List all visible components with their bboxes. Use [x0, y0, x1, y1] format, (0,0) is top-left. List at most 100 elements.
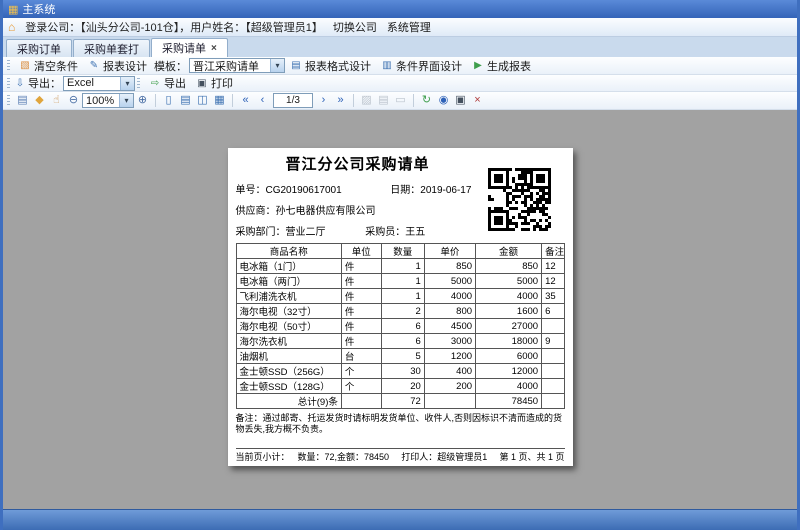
app-window: ▦ 主系统 ⌂ 登录公司：【汕头分公司-101仓】，用户姓名：【超级管理员1】 …: [0, 0, 800, 530]
table-cell: 台: [341, 349, 381, 364]
zoom-out-icon[interactable]: ⊖: [65, 93, 82, 108]
toolbar-grip[interactable]: [7, 95, 10, 106]
navigator-icon[interactable]: ◆: [31, 93, 48, 108]
table-cell: 200: [424, 379, 475, 394]
page-info: 第 1 页、共 1 页: [499, 452, 564, 463]
report-design-button[interactable]: ✎ 报表设计: [83, 58, 152, 73]
table-row: 油烟机台512006000: [236, 349, 564, 364]
format-design-icon: ▤: [290, 60, 302, 71]
zoom-combo-value: 100%: [83, 95, 119, 107]
page-footer: 当前页小计： 数量：72,金额：78450 打印人：超级管理员1 第 1 页、共 …: [236, 448, 565, 463]
dept-field: 采购部门：营业二厅: [236, 222, 363, 243]
continuous-page-icon[interactable]: ▤: [177, 93, 194, 108]
close-preview-icon[interactable]: ×: [469, 93, 486, 108]
system-manage-link[interactable]: 系统管理: [387, 19, 431, 35]
first-page-icon[interactable]: «: [237, 93, 254, 108]
table-cell: 海尔洗衣机: [236, 334, 341, 349]
col-quantity: 数量: [381, 244, 424, 259]
prev-page-icon[interactable]: ‹: [254, 93, 271, 108]
col-remark: 备注: [542, 244, 564, 259]
table-cell: 1200: [424, 349, 475, 364]
page-indicator[interactable]: 1/3: [273, 93, 313, 108]
sep3: [413, 94, 414, 107]
toolbar-grip[interactable]: [7, 60, 10, 71]
toolbar-grip[interactable]: [137, 78, 140, 89]
template-select[interactable]: 晋江采购请单 ▾: [189, 58, 285, 73]
export-format-select[interactable]: Excel ▾: [63, 76, 135, 91]
order-no-field: 单号：CG20190617001: [236, 180, 388, 201]
export-button-label: 导出: [164, 75, 186, 91]
table-cell: 1: [381, 289, 424, 304]
table-row: 电冰箱（两门）件15000500012: [236, 274, 564, 289]
tab-purchase-order[interactable]: 采购订单: [6, 39, 72, 57]
document-title: 晋江分公司采购请单: [236, 156, 480, 174]
condition-design-button[interactable]: ▥ 条件界面设计: [376, 58, 467, 73]
tab-purchase-request[interactable]: 采购请单 ×: [151, 38, 228, 57]
subtotal-label: 当前页小计：: [236, 452, 290, 462]
tab-purchase-batch-print[interactable]: 采购单套打: [73, 39, 150, 57]
generate-report-button[interactable]: ▶ 生成报表: [467, 58, 536, 73]
order-no-label: 单号：: [236, 185, 266, 196]
supplier-value: 孙七电器供应有限公司: [276, 206, 376, 217]
multi-page-icon[interactable]: ▦: [211, 93, 228, 108]
format-design-button[interactable]: ▤ 报表格式设计: [285, 58, 376, 73]
switch-company-link[interactable]: 切换公司: [333, 19, 377, 35]
clear-conditions-button[interactable]: ▧ 清空条件: [14, 58, 83, 73]
toolbar-grip[interactable]: [7, 78, 10, 89]
table-cell: 6000: [476, 349, 542, 364]
watermark-icon: ▨: [358, 93, 375, 108]
table-cell: 海尔电视（32寸）: [236, 304, 341, 319]
clear-icon: ▧: [19, 60, 31, 71]
title-bar[interactable]: ▦ 主系统: [3, 0, 797, 18]
table-cell: 20: [381, 379, 424, 394]
table-cell: 4000: [424, 289, 475, 304]
export-format-value: Excel: [64, 77, 120, 89]
preview-area[interactable]: 晋江分公司采购请单 单号：CG20190617001 日期：2019-06-17…: [3, 110, 797, 509]
date-label: 日期：: [390, 185, 420, 196]
table-cell: 35: [542, 289, 564, 304]
export-label: 导出：: [26, 75, 63, 91]
print-button[interactable]: ▣ 打印: [191, 76, 238, 91]
table-cell: 5000: [424, 274, 475, 289]
total-row: 总计(9)条 72 78450: [236, 394, 564, 409]
printed-by: 打印人：超级管理员1: [401, 452, 487, 463]
tab-close-icon[interactable]: ×: [211, 43, 217, 54]
web-export-icon[interactable]: ◉: [435, 93, 452, 108]
table-cell: 30: [381, 364, 424, 379]
tab-bar: 采购订单 采购单套打 采购请单 ×: [3, 37, 797, 57]
table-cell: 12: [542, 274, 564, 289]
table-cell: [542, 349, 564, 364]
table-cell: 5000: [476, 274, 542, 289]
table-cell: 个: [341, 379, 381, 394]
page-setup-icon: ▤: [375, 93, 392, 108]
last-page-icon[interactable]: »: [332, 93, 349, 108]
next-page-icon[interactable]: ›: [315, 93, 332, 108]
info-bar: ⌂ 登录公司：【汕头分公司-101仓】，用户姓名：【超级管理员1】 切换公司 系…: [3, 18, 797, 37]
chevron-down-icon[interactable]: ▾: [270, 59, 284, 72]
chevron-down-icon[interactable]: ▾: [120, 77, 134, 90]
table-cell: 金士顿SSD（128G）: [236, 379, 341, 394]
two-page-icon[interactable]: ◫: [194, 93, 211, 108]
remark-text: 备注：通过邮寄、托运发货时请标明发货单位、收件人,否则因标识不清而造成的货物丢失…: [236, 413, 565, 435]
table-cell: 1: [381, 259, 424, 274]
zoom-in-icon[interactable]: ⊕: [134, 93, 151, 108]
date-value: 2019-06-17: [420, 185, 471, 196]
single-page-icon[interactable]: ▯: [160, 93, 177, 108]
tab-label: 采购单套打: [84, 41, 139, 57]
export-report-icon[interactable]: ▤: [14, 93, 31, 108]
table-cell: 6: [381, 334, 424, 349]
sep2: [353, 94, 354, 107]
print-preview-icon[interactable]: ▣: [452, 93, 469, 108]
zoom-combo[interactable]: 100%▾: [82, 93, 134, 108]
col-unit: 单位: [341, 244, 381, 259]
refresh-icon[interactable]: ↻: [418, 93, 435, 108]
order-no-value: CG20190617001: [266, 185, 342, 196]
table-cell: 18000: [476, 334, 542, 349]
chevron-down-icon[interactable]: ▾: [119, 94, 133, 107]
export-button[interactable]: ⇨ 导出: [144, 76, 191, 91]
table-cell: 件: [341, 304, 381, 319]
hand-tool-icon[interactable]: ☝: [48, 93, 65, 108]
subtotal-value: 数量：72,金额：78450: [298, 452, 390, 462]
generate-report-label: 生成报表: [487, 58, 531, 74]
tab-label: 采购订单: [17, 41, 61, 57]
